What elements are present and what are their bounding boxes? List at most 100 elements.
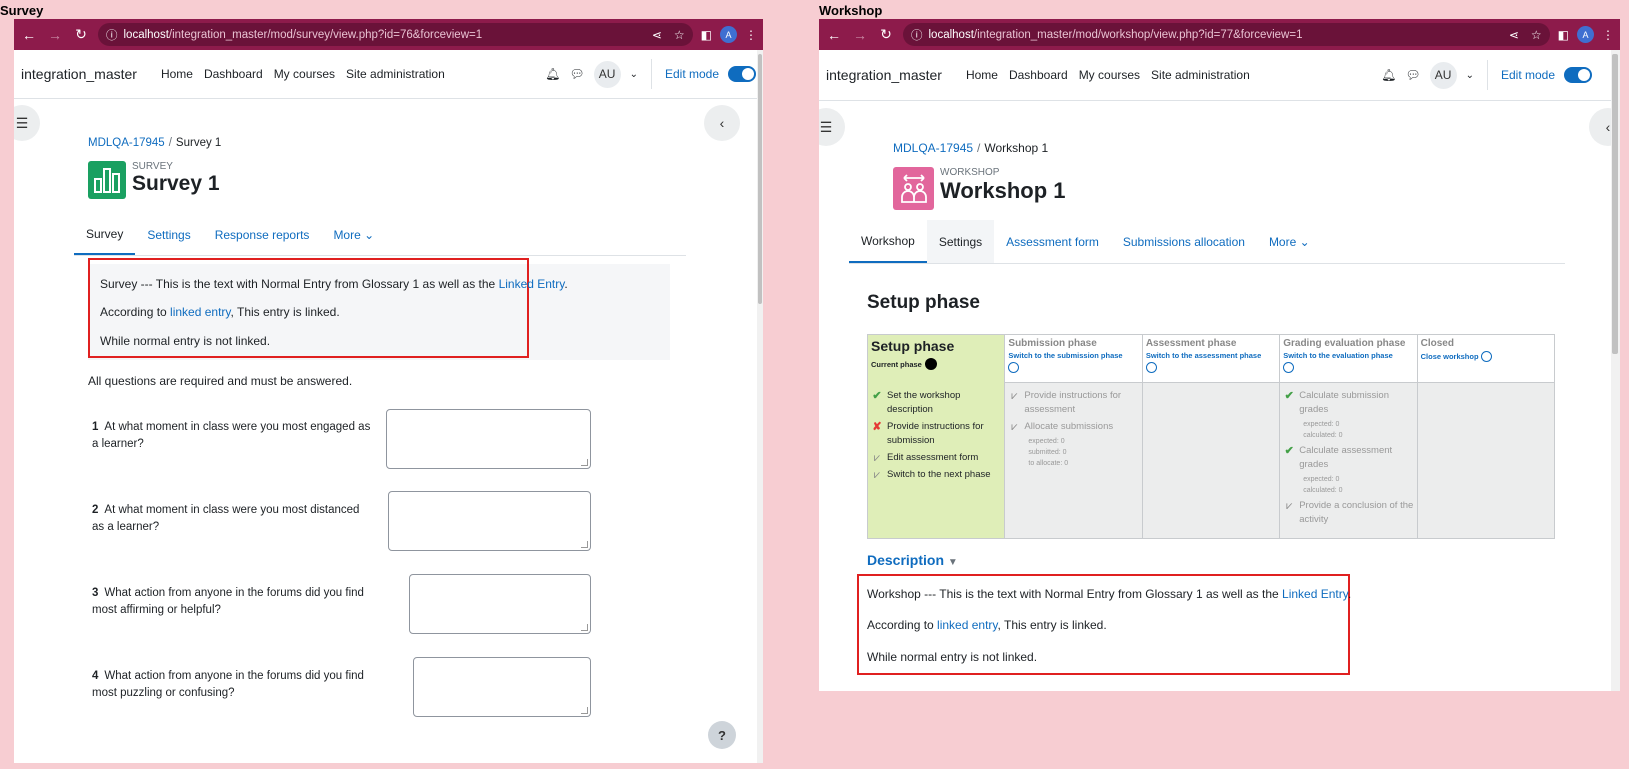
description-punct: . bbox=[1347, 587, 1352, 601]
task-text: Calculate assessment grades bbox=[1299, 445, 1393, 470]
secondary-navigation: Survey Settings Response reports More ⌄ bbox=[74, 214, 686, 256]
notification-bell-icon[interactable]: 🔔︎ bbox=[1381, 68, 1396, 82]
description-heading[interactable]: Description bbox=[867, 552, 944, 568]
breadcrumb-current: Workshop 1 bbox=[984, 141, 1049, 155]
back-arrow-icon[interactable]: ← bbox=[20, 27, 38, 43]
messages-icon[interactable]: 💬︎ bbox=[569, 67, 584, 81]
answer-textarea-2[interactable] bbox=[388, 491, 591, 551]
switch-phase-icon[interactable] bbox=[1008, 362, 1020, 373]
intro-line-3: While normal entry is not linked. bbox=[100, 334, 271, 348]
answer-textarea-4[interactable] bbox=[413, 657, 591, 717]
todo-icon: ⩗ bbox=[1011, 390, 1018, 402]
profile-avatar[interactable]: A bbox=[720, 26, 737, 43]
task-text: Edit assessment form bbox=[887, 452, 979, 463]
nav-my-courses[interactable]: My courses bbox=[1079, 68, 1140, 82]
tab-settings[interactable]: Settings bbox=[135, 214, 202, 255]
address-bar[interactable]: ⓘ localhost/integration_master/mod/surve… bbox=[98, 23, 693, 46]
detail-expected: expected: 0 bbox=[1303, 476, 1340, 483]
description-toggle[interactable]: Description ▼ bbox=[867, 552, 958, 568]
answer-textarea-1[interactable] bbox=[386, 409, 591, 469]
breadcrumb-course-link[interactable]: MDLQA-17945 bbox=[88, 137, 165, 149]
back-arrow-icon[interactable]: ← bbox=[825, 27, 843, 43]
breadcrumb-course-link[interactable]: MDLQA-17945 bbox=[893, 141, 973, 155]
forward-arrow-icon[interactable]: → bbox=[851, 27, 869, 43]
user-menu-chevron-icon[interactable]: ⌄ bbox=[630, 69, 638, 80]
reload-icon[interactable]: ↻ bbox=[877, 26, 895, 43]
nav-site-administration[interactable]: Site administration bbox=[346, 67, 445, 81]
bookmark-star-icon[interactable]: ☆ bbox=[674, 28, 685, 42]
user-avatar[interactable]: AU bbox=[593, 60, 621, 88]
edit-mode-toggle[interactable] bbox=[728, 66, 756, 82]
question-number: 4 bbox=[92, 670, 99, 682]
course-index-drawer-button[interactable]: ☰ bbox=[819, 108, 845, 146]
page-scrollbar[interactable] bbox=[1611, 50, 1620, 691]
linked-entry-link[interactable]: Linked Entry bbox=[499, 277, 565, 291]
block-drawer-button[interactable]: ‹ bbox=[704, 105, 740, 141]
intro-line-1: Survey --- This is the text with Normal … bbox=[100, 277, 568, 291]
tab-submissions-allocation[interactable]: Submissions allocation bbox=[1111, 220, 1257, 263]
site-navbar: integration_master Home Dashboard My cou… bbox=[819, 50, 1620, 101]
switch-phase-icon[interactable] bbox=[1283, 362, 1295, 373]
scrollbar-thumb[interactable] bbox=[758, 54, 762, 304]
notification-bell-icon[interactable]: 🔔︎ bbox=[545, 67, 560, 81]
tab-workshop[interactable]: Workshop bbox=[849, 220, 927, 263]
close-workshop-link[interactable]: Close workshop bbox=[1421, 351, 1551, 362]
site-name[interactable]: integration_master bbox=[21, 66, 137, 82]
help-button[interactable]: ? bbox=[708, 721, 736, 749]
nav-dashboard[interactable]: Dashboard bbox=[204, 67, 263, 81]
tab-more[interactable]: More ⌄ bbox=[321, 214, 386, 255]
workshop-panel-label: Workshop bbox=[819, 3, 883, 18]
site-name[interactable]: integration_master bbox=[826, 67, 942, 83]
task-item: ⩗ Provide instructions for assessment bbox=[1008, 389, 1138, 417]
tab-settings[interactable]: Settings bbox=[926, 220, 995, 263]
breadcrumb-current: Survey 1 bbox=[175, 137, 222, 149]
switch-phase-link[interactable]: Switch to the submission phase bbox=[1008, 351, 1138, 360]
nav-dashboard[interactable]: Dashboard bbox=[1009, 68, 1068, 82]
browser-toolbar: ← → ↻ ⓘ localhost/integration_master/mod… bbox=[819, 19, 1620, 50]
user-menu-chevron-icon[interactable]: ⌄ bbox=[1466, 70, 1474, 81]
answer-textarea-3[interactable] bbox=[409, 574, 591, 634]
page-scrollbar[interactable] bbox=[757, 50, 763, 763]
planner-assessment-phase: Assessment phase Switch to the assessmen… bbox=[1142, 335, 1281, 538]
nav-site-administration[interactable]: Site administration bbox=[1151, 68, 1250, 82]
nav-my-courses[interactable]: My courses bbox=[274, 67, 335, 81]
task-details: expected: 0 calculated: 0 bbox=[1303, 419, 1413, 441]
question-2: 2 At what moment in class were you most d… bbox=[92, 502, 374, 535]
tab-survey[interactable]: Survey bbox=[74, 214, 136, 255]
messages-icon[interactable]: 💬︎ bbox=[1405, 68, 1420, 82]
profile-avatar[interactable]: A bbox=[1577, 26, 1594, 43]
user-avatar[interactable]: AU bbox=[1429, 61, 1457, 89]
tab-more[interactable]: More ⌄ bbox=[1257, 220, 1322, 263]
linked-entry-link-2[interactable]: linked entry bbox=[937, 618, 997, 632]
site-info-icon[interactable]: ⓘ bbox=[911, 27, 923, 43]
switch-phase-link[interactable]: Switch to the assessment phase bbox=[1146, 351, 1276, 360]
tab-response-reports[interactable]: Response reports bbox=[203, 214, 322, 255]
reload-icon[interactable]: ↻ bbox=[72, 26, 90, 43]
scrollbar-thumb[interactable] bbox=[1612, 54, 1618, 354]
tab-assessment-form[interactable]: Assessment form bbox=[994, 220, 1111, 263]
caret-down-icon[interactable]: ▼ bbox=[948, 557, 958, 568]
course-index-drawer-button[interactable]: ☰ bbox=[14, 105, 40, 141]
switch-phase-icon[interactable] bbox=[1480, 351, 1492, 362]
close-workshop-text[interactable]: Close workshop bbox=[1421, 352, 1479, 361]
side-panel-icon[interactable]: ◧ bbox=[1558, 28, 1569, 42]
share-icon[interactable]: ⋖ bbox=[1509, 28, 1519, 42]
forward-arrow-icon[interactable]: → bbox=[46, 27, 64, 43]
site-info-icon[interactable]: ⓘ bbox=[106, 27, 118, 43]
browser-menu-icon[interactable]: ⋮ bbox=[1602, 28, 1614, 42]
switch-phase-icon[interactable] bbox=[1145, 362, 1157, 373]
nav-home[interactable]: Home bbox=[161, 67, 193, 81]
cross-icon: ✘ bbox=[872, 421, 882, 433]
share-icon[interactable]: ⋖ bbox=[652, 28, 662, 42]
nav-home[interactable]: Home bbox=[966, 68, 998, 82]
linked-entry-link[interactable]: Linked Entry bbox=[1282, 587, 1348, 601]
switch-phase-link[interactable]: Switch to the evaluation phase bbox=[1283, 351, 1413, 360]
navbar-divider bbox=[650, 59, 652, 89]
address-bar[interactable]: ⓘ localhost/integration_master/mod/works… bbox=[903, 23, 1550, 46]
edit-mode-toggle[interactable] bbox=[1564, 67, 1592, 83]
side-panel-icon[interactable]: ◧ bbox=[701, 28, 712, 42]
bookmark-star-icon[interactable]: ☆ bbox=[1531, 28, 1542, 42]
browser-menu-icon[interactable]: ⋮ bbox=[745, 28, 757, 42]
linked-entry-link-2[interactable]: linked entry bbox=[170, 305, 230, 319]
todo-icon: ⩗ bbox=[873, 469, 881, 481]
